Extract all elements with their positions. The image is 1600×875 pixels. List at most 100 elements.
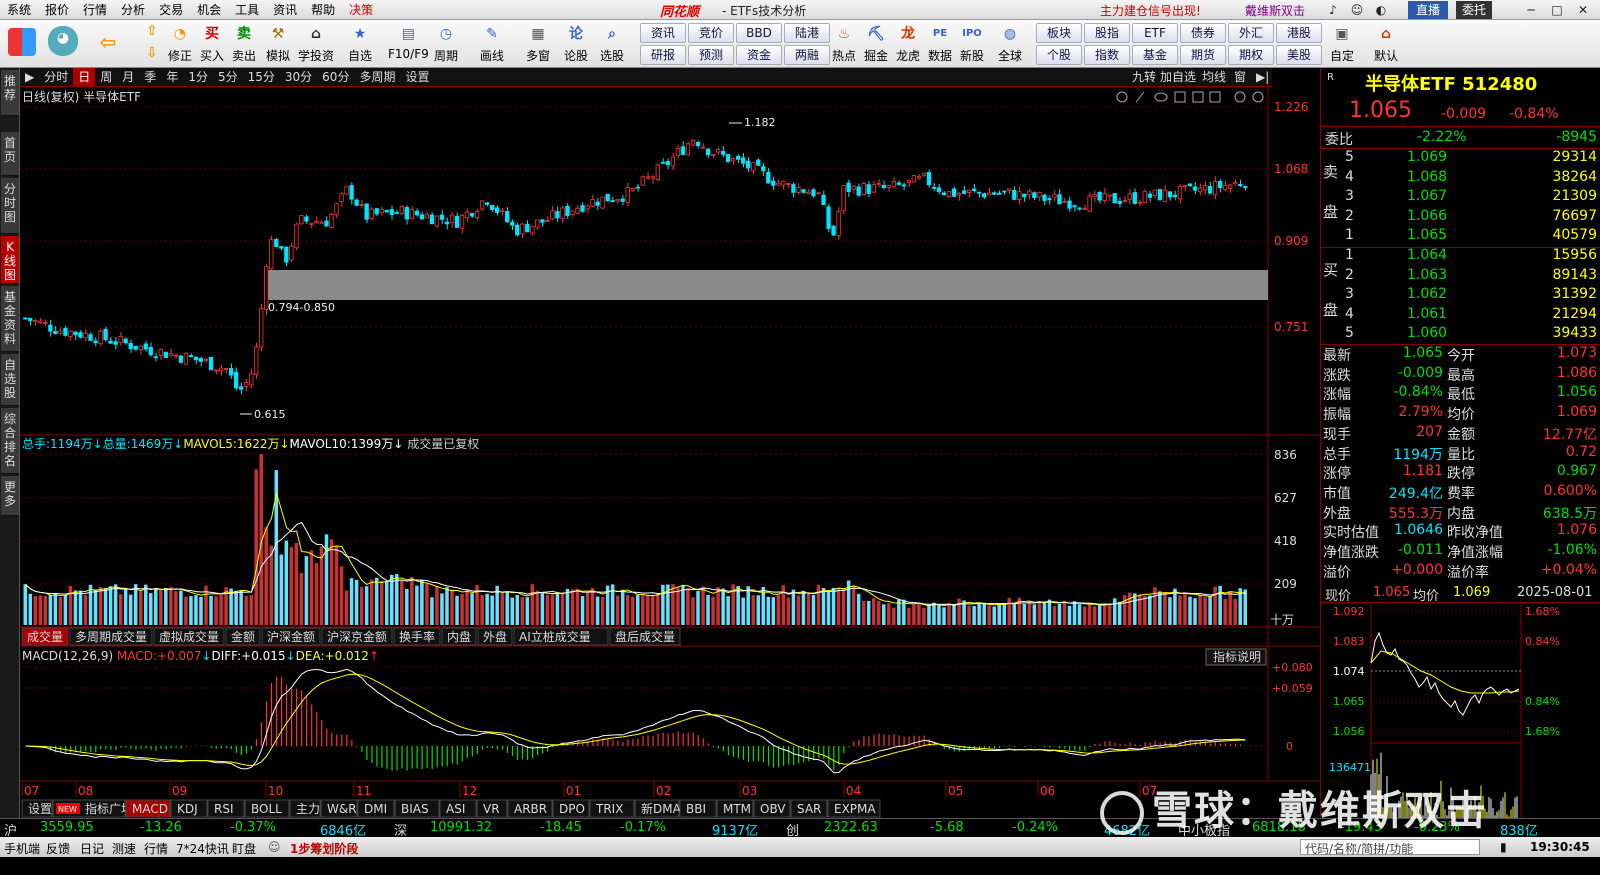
data-button[interactable]: PE 数据	[928, 22, 952, 64]
user-icon[interactable]: ☺	[1346, 1, 1368, 19]
tb-bond-button[interactable]: 债券	[1180, 23, 1226, 43]
ipo-button[interactable]: IPO 新股	[960, 22, 984, 64]
chat-icon[interactable]: ☺	[268, 840, 281, 854]
status-newsflash[interactable]: 7*24快讯	[176, 840, 229, 857]
expand-arrow-icon[interactable]: ▶|	[1256, 68, 1269, 86]
tab-fund-info[interactable]: 基金资料	[1, 286, 19, 352]
maximize-icon[interactable]: □	[1546, 1, 1568, 19]
bell-icon[interactable]: ♪	[1322, 1, 1344, 19]
status-message[interactable]: 1步筹划阶段	[290, 840, 358, 857]
menu-news[interactable]: 资讯	[266, 1, 304, 18]
buy-button[interactable]: 买买入	[200, 22, 224, 64]
tb-index-futures-button[interactable]: 股指	[1084, 23, 1130, 43]
tb-forecast-button[interactable]: 预测	[688, 45, 734, 65]
custom-button[interactable]: ▣ 自定	[1330, 22, 1354, 64]
status-mobile[interactable]: 手机端	[4, 840, 40, 857]
status-market[interactable]: 行情	[144, 840, 168, 857]
minimize-icon[interactable]: ─	[1520, 1, 1542, 19]
home-grid-icon[interactable]	[8, 28, 36, 56]
tb-sector-button[interactable]: 板块	[1036, 23, 1082, 43]
tb-stock-button[interactable]: 个股	[1036, 45, 1082, 65]
window-toggle-button[interactable]: 窗	[1234, 68, 1246, 86]
tb-bbd-button[interactable]: BBD	[736, 23, 782, 43]
tb-indices-button[interactable]: 指数	[1084, 45, 1130, 65]
tb-options-button[interactable]: 期权	[1228, 45, 1274, 65]
period-year[interactable]: 年	[161, 68, 183, 86]
assistant-icon[interactable]: ◕	[48, 26, 78, 56]
status-speedtest[interactable]: 测速	[112, 840, 136, 857]
tab-kline[interactable]: K线图	[1, 236, 19, 284]
fix-button[interactable]: ◔ 修正	[168, 22, 192, 64]
status-feedback[interactable]: 反馈	[46, 840, 70, 857]
tb-research-button[interactable]: 研报	[640, 45, 686, 65]
discuss-button[interactable]: 论论股	[564, 22, 588, 64]
period-15min[interactable]: 15分	[243, 68, 280, 86]
menu-analysis[interactable]: 分析	[114, 1, 152, 18]
search-input[interactable]: 代码/名称/简拼/功能	[1300, 839, 1480, 856]
period-60min[interactable]: 60分	[317, 68, 354, 86]
sell-button[interactable]: 卖卖出	[232, 22, 256, 64]
hot-button[interactable]: ♨ 热点	[832, 22, 856, 64]
tab-timeshare[interactable]: 分时图	[1, 178, 19, 234]
period-day[interactable]: 日	[73, 68, 96, 86]
tb-forex-button[interactable]: 外汇	[1228, 23, 1274, 43]
tb-etf-button[interactable]: ETF	[1132, 23, 1178, 43]
tb-fund-flow-button[interactable]: 资金	[736, 45, 782, 65]
learn-button[interactable]: ⌂ 学投资	[298, 22, 334, 64]
tab-home[interactable]: 首页	[1, 132, 19, 176]
draw-button[interactable]: ✎ 画线	[480, 22, 504, 64]
period-button[interactable]: ◷ 周期	[434, 22, 458, 64]
tab-watchlist[interactable]: 自选股	[1, 354, 19, 406]
period-multi[interactable]: 多周期	[354, 68, 400, 86]
menu-help[interactable]: 帮助	[304, 1, 342, 18]
default-button[interactable]: ⌂ 默认	[1374, 22, 1398, 64]
tb-hkstock-button[interactable]: 港股	[1276, 23, 1322, 43]
tab-ranking[interactable]: 综合排名	[1, 408, 19, 474]
close-icon[interactable]: ✕	[1572, 1, 1594, 19]
menu-market[interactable]: 行情	[76, 1, 114, 18]
tb-hkconnect-button[interactable]: 陆港	[784, 23, 830, 43]
period-month[interactable]: 月	[117, 68, 139, 86]
tab-more[interactable]: 更多	[1, 476, 19, 516]
period-week[interactable]: 周	[95, 68, 117, 86]
stock-pick-button[interactable]: ⌕ 选股	[600, 22, 624, 64]
global-button[interactable]: ◍ 全球	[998, 22, 1022, 64]
simulate-button[interactable]: ⚒ 模拟	[266, 22, 290, 64]
tb-futures-button[interactable]: 期货	[1180, 45, 1226, 65]
status-monitor[interactable]: 盯盘	[232, 840, 256, 857]
period-5min[interactable]: 5分	[213, 68, 243, 86]
menu-trade[interactable]: 交易	[152, 1, 190, 18]
down-arrow-icon[interactable]: ⇩	[140, 44, 164, 62]
menu-system[interactable]: 系统	[0, 1, 38, 18]
order-button[interactable]: 委托	[1456, 1, 1493, 19]
multiwindow-button[interactable]: ▦ 多窗	[526, 22, 550, 64]
up-arrow-icon[interactable]: ⇧	[140, 22, 164, 40]
alert-link[interactable]: 戴维斯双击	[1245, 2, 1305, 19]
tb-margin-button[interactable]: 两融	[784, 45, 830, 65]
skin-icon[interactable]: ◐	[1370, 1, 1392, 19]
tb-auction-button[interactable]: 竞价	[688, 23, 734, 43]
nine-turn-button[interactable]: 九转	[1132, 68, 1156, 86]
menu-tools[interactable]: 工具	[228, 1, 266, 18]
ma-line-button[interactable]: 均线	[1202, 68, 1226, 86]
period-1min[interactable]: 1分	[183, 68, 213, 86]
add-watchlist-button[interactable]: 加自选	[1160, 68, 1196, 86]
tb-usstock-button[interactable]: 美股	[1276, 45, 1322, 65]
dragon-button[interactable]: 龙龙虎	[896, 22, 920, 64]
tb-fund-button[interactable]: 基金	[1132, 45, 1178, 65]
f10-button[interactable]: ▤ F10/F9	[388, 22, 429, 61]
period-timeshare[interactable]: 分时	[39, 68, 73, 86]
menu-opportunity[interactable]: 机会	[190, 1, 228, 18]
dig-button[interactable]: ⛏ 掘金	[864, 22, 888, 64]
kline-chart-area[interactable]: 日线(复权) 半导体ETF 1.226 1.068 0.909 0.751 0.…	[20, 87, 1320, 818]
tab-recommend[interactable]: 推荐	[1, 70, 19, 116]
back-arrow-icon[interactable]: ⇦	[96, 30, 120, 54]
menu-decision[interactable]: 决策	[342, 1, 380, 18]
menu-quote[interactable]: 报价	[38, 1, 76, 18]
signal-alert[interactable]: 主力建仓信号出现!	[1100, 2, 1201, 19]
tb-news-button[interactable]: 资讯	[640, 23, 686, 43]
watchlist-button[interactable]: ★ 自选	[348, 22, 372, 64]
live-button[interactable]: 直播	[1408, 1, 1449, 19]
period-settings[interactable]: 设置	[400, 68, 434, 86]
period-30min[interactable]: 30分	[280, 68, 317, 86]
